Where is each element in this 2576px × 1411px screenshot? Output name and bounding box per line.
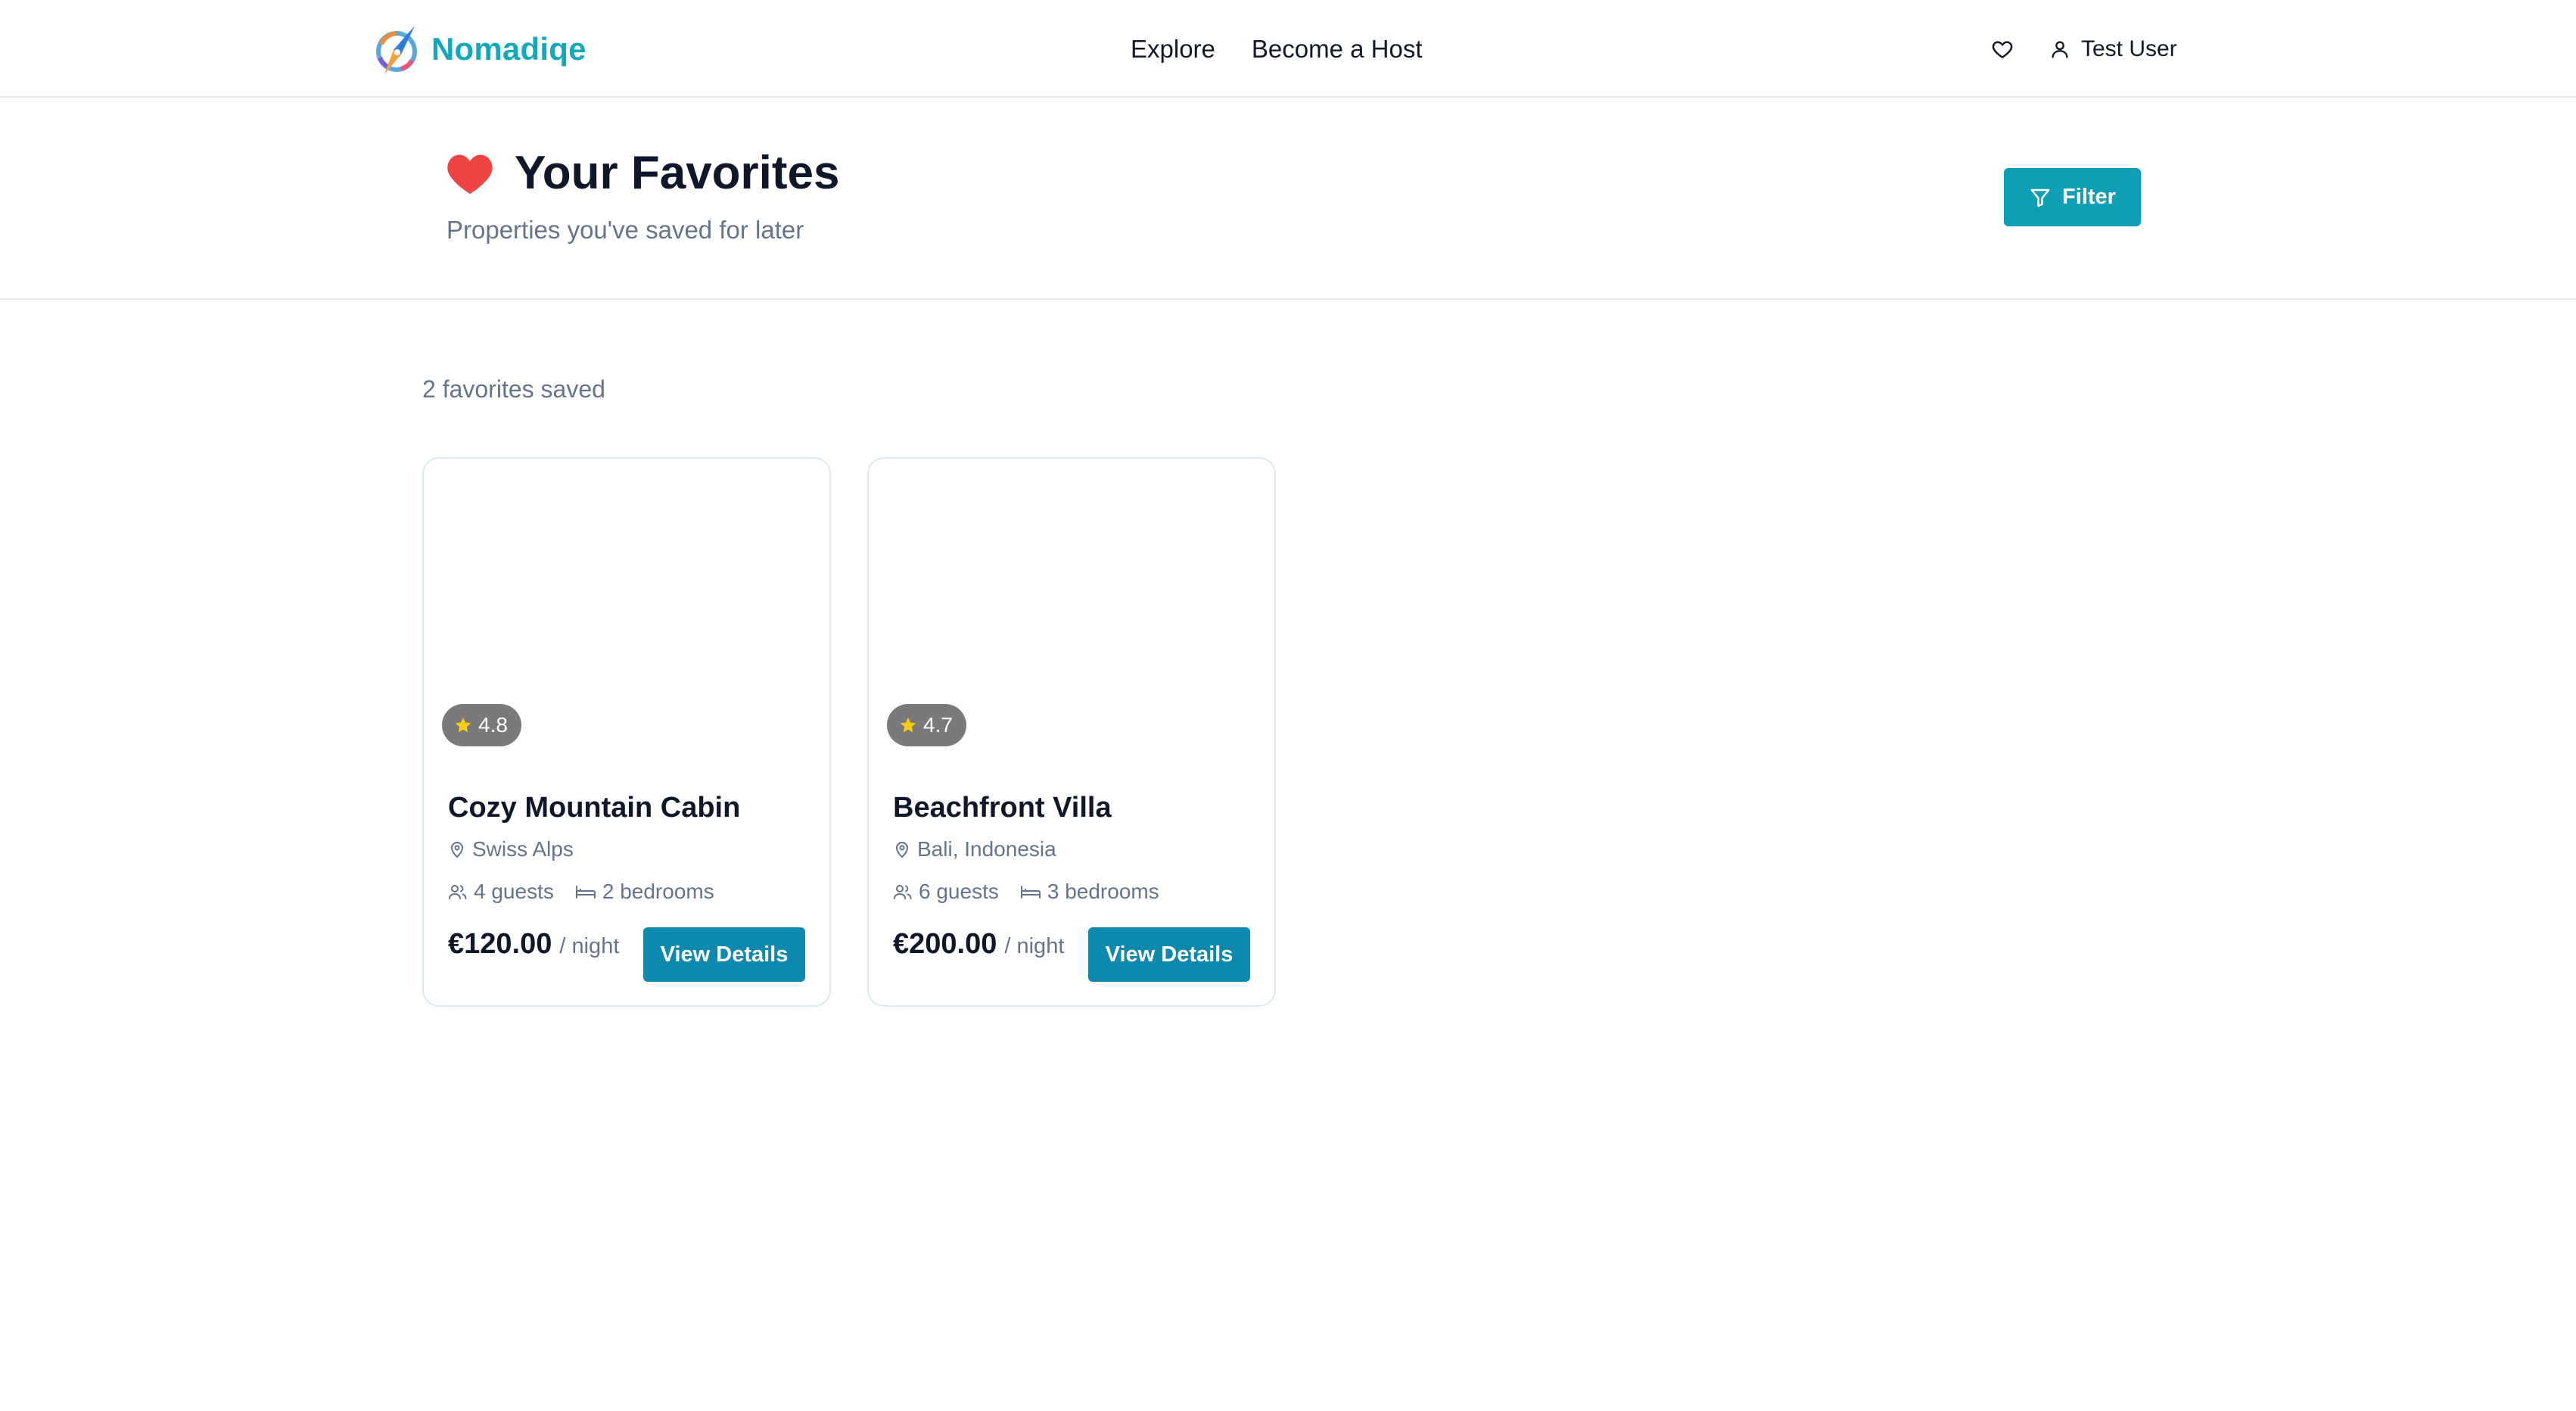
favorites-nav-button[interactable] [1987,34,2018,64]
nav-link-become-host[interactable]: Become a Host [1252,35,1423,64]
main-nav: Explore Become a Host [1131,29,1459,70]
view-details-button[interactable]: View Details [1088,927,1250,982]
filter-button[interactable]: Filter [2004,168,2141,226]
bedrooms-info: 3 bedrooms [1020,880,1159,904]
page-header: Your Favorites Properties you've saved f… [0,98,2576,300]
guests-text: 4 guests [474,880,554,903]
map-pin-icon [895,842,909,858]
per-night-label: / night [1004,934,1065,958]
price-row: €120.00 / night [448,928,619,961]
rating-badge: 4.7 [887,704,966,746]
view-details-label: View Details [660,942,789,967]
users-icon [894,885,912,899]
brand-name: Nomadiqe [431,31,586,67]
property-title[interactable]: Cozy Mountain Cabin [448,792,740,824]
star-icon [455,718,471,733]
per-night-label: / night [559,934,620,958]
bedrooms-text: 3 bedrooms [1047,880,1159,903]
guests-info: 4 guests [448,880,554,904]
guests-info: 6 guests [893,880,999,904]
heart-outline-icon [1992,41,2013,58]
user-menu-button[interactable]: Test User [2049,36,2177,62]
rating-value: 4.8 [478,713,508,737]
page-title: Your Favorites [515,147,840,199]
property-card[interactable]: 4.7 Beachfront Villa Bali, Indonesia 6 g… [867,457,1276,1007]
location-text: Swiss Alps [472,837,574,861]
heart-icon [447,154,493,194]
bedrooms-text: 2 bedrooms [602,880,714,903]
price: €120.00 [448,928,552,960]
page-title-row: Your Favorites [446,146,840,200]
bedrooms-info: 2 bedrooms [575,880,714,904]
map-pin-icon [450,842,464,858]
star-icon [900,718,916,733]
bed-icon [575,886,596,899]
bed-icon [1020,886,1041,899]
favorites-count: 2 favorites saved [422,375,605,403]
guests-text: 6 guests [919,880,999,903]
price-row: €200.00 / night [893,928,1064,961]
location-text: Bali, Indonesia [917,837,1056,861]
nav-link-explore[interactable]: Explore [1131,35,1215,64]
user-icon [2052,41,2068,58]
rating-value: 4.7 [923,713,953,737]
nav-actions: Test User [1987,29,2177,70]
top-navbar: Nomadiqe Explore Become a Host Test User [0,0,2576,98]
rating-badge: 4.8 [442,704,521,746]
filter-icon [2030,188,2050,207]
page-subtitle: Properties you've saved for later [446,216,804,244]
user-name: Test User [2081,36,2177,61]
compass-logo-icon [376,26,417,74]
view-details-button[interactable]: View Details [643,927,805,982]
property-location: Swiss Alps [448,837,574,861]
property-meta: 4 guests 2 bedrooms [448,880,736,904]
property-meta: 6 guests 3 bedrooms [893,880,1181,904]
brand-home-link[interactable]: Nomadiqe [371,21,586,77]
filter-label: Filter [2062,185,2116,209]
property-title[interactable]: Beachfront Villa [893,792,1112,824]
view-details-label: View Details [1105,942,1234,967]
users-icon [449,885,467,899]
property-location: Bali, Indonesia [893,837,1056,861]
property-card[interactable]: 4.8 Cozy Mountain Cabin Swiss Alps 4 gue… [422,457,831,1007]
price: €200.00 [893,928,997,960]
